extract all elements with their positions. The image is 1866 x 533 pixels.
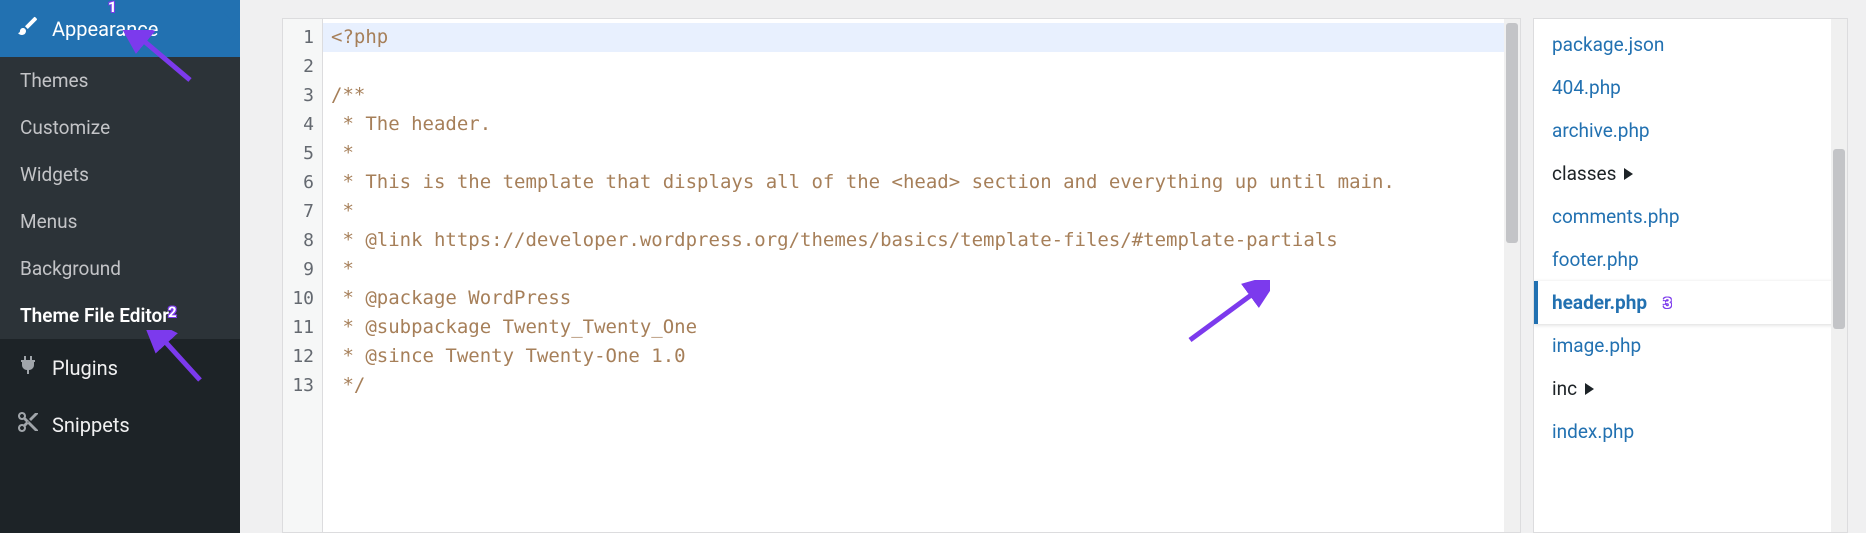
sidebar-subitem-background[interactable]: Background [0,245,240,292]
sidebar-subitem-themes[interactable]: Themes [0,57,240,104]
sidebar-item-label: Plugins [52,356,118,380]
code-gutter: 12345678910111213 [283,19,323,532]
sidebar-item-plugins[interactable]: Plugins [0,339,240,396]
file-tree-scrollbar[interactable] [1831,19,1847,532]
gutter-line-number: 2 [283,52,314,81]
code-line: * The header. [331,113,491,135]
code-area[interactable]: <?php /** * The header. * * This is the … [323,19,1504,532]
file-tree-file[interactable]: package.json [1534,23,1847,66]
gutter-line-number: 3 [283,81,314,110]
annotation-badge-1: 1 [108,0,117,16]
code-editor: 12345678910111213 <?php /** * The header… [282,18,1521,533]
chevron-right-icon [1624,168,1633,180]
file-tree-file[interactable]: comments.php [1534,195,1847,238]
code-line: * [331,200,354,222]
code-line: /** [331,84,365,106]
file-tree-item-label: archive.php [1552,119,1650,142]
annotation-badge-2: 2 [168,303,177,321]
editor-scrollbar-thumb[interactable] [1506,23,1518,243]
gutter-line-number: 11 [283,313,314,342]
scissors-icon [16,410,40,439]
code-line: <?php [323,23,1504,52]
brush-icon [16,14,40,43]
file-tree-item-label: comments.php [1552,205,1680,228]
sidebar-submenu-appearance: Themes Customize Widgets Menus Backgroun… [0,57,240,339]
file-tree-item-label: classes [1552,162,1616,185]
file-tree-list: package.json 404.php archive.php classes com… [1534,19,1847,532]
file-tree-item-label: package.json [1552,33,1664,56]
chevron-right-icon [1585,383,1594,395]
sidebar-item-snippets[interactable]: Snippets [0,396,240,453]
file-tree-item-label: inc [1552,377,1577,400]
sidebar-subitem-menus[interactable]: Menus [0,198,240,245]
gutter-line-number: 6 [283,168,314,197]
file-tree-item-label: 404.php [1552,76,1621,99]
file-tree-scrollbar-thumb[interactable] [1833,149,1845,329]
file-tree-item-label: footer.php [1552,248,1639,271]
gutter-line-number: 1 [283,23,314,52]
editor-scrollbar[interactable] [1504,19,1520,532]
annotation-badge-3: 3 [1663,294,1672,312]
gutter-line-number: 4 [283,110,314,139]
file-tree-folder[interactable]: inc [1534,367,1847,410]
code-line: */ [331,374,365,396]
sidebar-subitem-customize[interactable]: Customize [0,104,240,151]
code-line: * [331,142,354,164]
file-tree-file[interactable]: 404.php [1534,66,1847,109]
gutter-line-number: 13 [283,371,314,400]
file-tree-item-label: image.php [1552,334,1641,357]
code-line: * @link https://developer.wordpress.org/… [331,229,1338,251]
sidebar-item-appearance[interactable]: Appearance 1 [0,0,240,57]
gutter-line-number: 9 [283,255,314,284]
gutter-line-number: 8 [283,226,314,255]
sidebar-item-label: Appearance [52,17,158,41]
gutter-line-number: 7 [283,197,314,226]
admin-sidebar: Appearance 1 Themes Customize Widgets Me… [0,0,240,533]
code-line: * [331,258,354,280]
file-tree: package.json 404.php archive.php classes com… [1533,18,1848,533]
plug-icon [16,353,40,382]
file-tree-file[interactable]: footer.php [1534,238,1847,281]
file-tree-file[interactable]: image.php [1534,324,1847,367]
file-tree-file[interactable]: archive.php [1534,109,1847,152]
file-tree-file[interactable]: header.php 3 [1534,281,1847,324]
code-line: * @package WordPress [331,287,571,309]
gutter-line-number: 10 [283,284,314,313]
file-tree-item-label: index.php [1552,420,1634,443]
file-tree-item-label: header.php [1552,291,1647,314]
gutter-line-number: 12 [283,342,314,371]
file-tree-file[interactable]: index.php [1534,410,1847,453]
code-line: * @subpackage Twenty_Twenty_One [331,316,697,338]
code-line: * This is the template that displays all… [331,171,1395,193]
gutter-line-number: 5 [283,139,314,168]
sidebar-subitem-widgets[interactable]: Widgets [0,151,240,198]
sidebar-subitem-theme-file-editor[interactable]: Theme File Editor 2 [0,292,240,339]
sidebar-item-label: Snippets [52,413,130,437]
file-tree-folder[interactable]: classes [1534,152,1847,195]
code-line: * @since Twenty Twenty-One 1.0 [331,345,686,367]
